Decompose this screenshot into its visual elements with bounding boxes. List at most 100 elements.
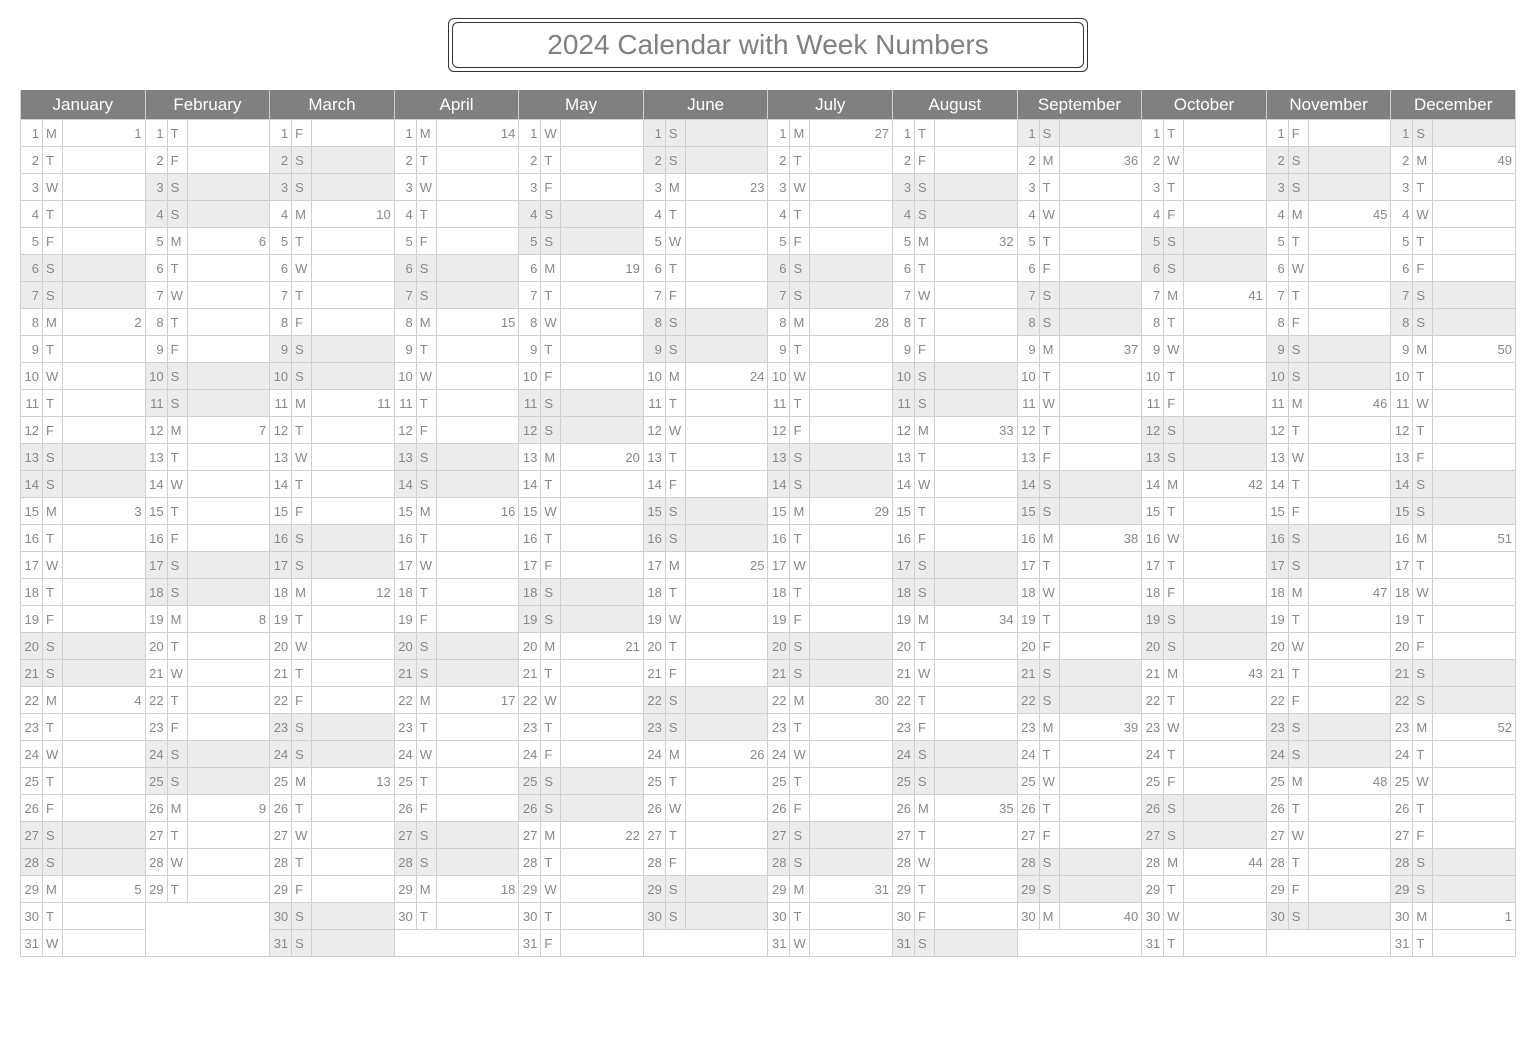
day-number: 6	[644, 255, 666, 281]
day-number: 9	[1142, 336, 1164, 362]
week-number	[1433, 606, 1515, 632]
day-of-week: F	[168, 525, 188, 551]
day-of-week: T	[43, 525, 63, 551]
week-number	[312, 795, 394, 821]
day-number: 21	[768, 660, 790, 686]
day-row: 24T	[1391, 741, 1515, 768]
day-row: 6F	[1018, 255, 1142, 282]
day-row: 19S	[1142, 606, 1266, 633]
day-row: 25S	[146, 768, 270, 795]
day-number: 26	[395, 795, 417, 821]
day-of-week: S	[43, 444, 63, 470]
day-row: 16W	[1142, 525, 1266, 552]
day-row: 8M15	[395, 309, 519, 336]
week-number	[810, 147, 892, 173]
week-number: 24	[686, 363, 768, 389]
week-number: 9	[188, 795, 270, 821]
week-number	[1309, 417, 1391, 443]
day-row: 28S	[768, 849, 892, 876]
day-row: 21W	[146, 660, 270, 687]
day-of-week: W	[43, 552, 63, 578]
day-of-week: S	[417, 660, 437, 686]
day-of-week: W	[292, 444, 312, 470]
day-number: 13	[270, 444, 292, 470]
day-row: 2T	[395, 147, 519, 174]
week-number	[561, 282, 643, 308]
week-number	[437, 633, 519, 659]
day-number: 22	[893, 687, 915, 713]
day-number: 24	[395, 741, 417, 767]
day-number: 16	[1391, 525, 1413, 551]
day-of-week: M	[43, 120, 63, 146]
day-row: 30S	[644, 903, 768, 930]
day-number: 9	[1018, 336, 1040, 362]
day-number: 7	[644, 282, 666, 308]
week-number	[63, 714, 145, 740]
day-of-week: S	[43, 471, 63, 497]
week-number	[312, 741, 394, 767]
day-of-week: T	[417, 714, 437, 740]
day-row: 7T	[519, 282, 643, 309]
day-number: 12	[768, 417, 790, 443]
week-number	[1060, 633, 1142, 659]
day-row: 13T	[146, 444, 270, 471]
day-row: 22M17	[395, 687, 519, 714]
day-row: 3W	[395, 174, 519, 201]
day-number: 14	[893, 471, 915, 497]
day-row: 5F	[395, 228, 519, 255]
day-number: 30	[1267, 903, 1289, 929]
day-of-week: T	[417, 579, 437, 605]
week-number	[810, 930, 892, 956]
day-of-week: T	[1164, 120, 1184, 146]
week-number	[312, 687, 394, 713]
day-of-week: W	[541, 876, 561, 902]
day-row: 20S	[768, 633, 892, 660]
day-row: 29M5	[21, 876, 145, 903]
day-of-week: T	[666, 633, 686, 659]
day-of-week: S	[1413, 849, 1433, 875]
week-number	[1433, 579, 1515, 605]
week-number	[686, 444, 768, 470]
day-number: 15	[519, 498, 541, 524]
day-number: 29	[1142, 876, 1164, 902]
day-number: 16	[1142, 525, 1164, 551]
week-number	[561, 147, 643, 173]
day-row: 2T	[519, 147, 643, 174]
day-row: 14M42	[1142, 471, 1266, 498]
day-row: 15M16	[395, 498, 519, 525]
title-frame-outer: 2024 Calendar with Week Numbers	[448, 18, 1088, 72]
day-row: 24W	[395, 741, 519, 768]
day-number: 3	[644, 174, 666, 200]
day-number: 6	[519, 255, 541, 281]
day-number: 11	[21, 390, 43, 416]
day-row: 1F	[1267, 120, 1391, 147]
day-number: 2	[270, 147, 292, 173]
day-number: 22	[395, 687, 417, 713]
day-of-week: T	[915, 876, 935, 902]
day-number: 26	[146, 795, 168, 821]
day-row: 18T	[768, 579, 892, 606]
day-of-week: F	[541, 930, 561, 956]
day-number: 18	[1142, 579, 1164, 605]
week-number	[1060, 417, 1142, 443]
week-number	[1184, 309, 1266, 335]
day-of-week: S	[1164, 795, 1184, 821]
day-of-week: S	[1164, 417, 1184, 443]
day-of-week: M	[1040, 336, 1060, 362]
week-number	[437, 174, 519, 200]
day-row: 28T	[270, 849, 394, 876]
day-number: 9	[768, 336, 790, 362]
day-row: 7W	[146, 282, 270, 309]
week-number	[1309, 282, 1391, 308]
day-number: 30	[1142, 903, 1164, 929]
day-of-week: S	[666, 687, 686, 713]
day-of-week: W	[292, 255, 312, 281]
week-number	[437, 228, 519, 254]
day-of-week: T	[292, 471, 312, 497]
week-number	[63, 417, 145, 443]
day-of-week: T	[168, 255, 188, 281]
day-of-week: T	[1040, 228, 1060, 254]
day-row: 27S	[1142, 822, 1266, 849]
day-number: 9	[1391, 336, 1413, 362]
week-number	[188, 876, 270, 902]
